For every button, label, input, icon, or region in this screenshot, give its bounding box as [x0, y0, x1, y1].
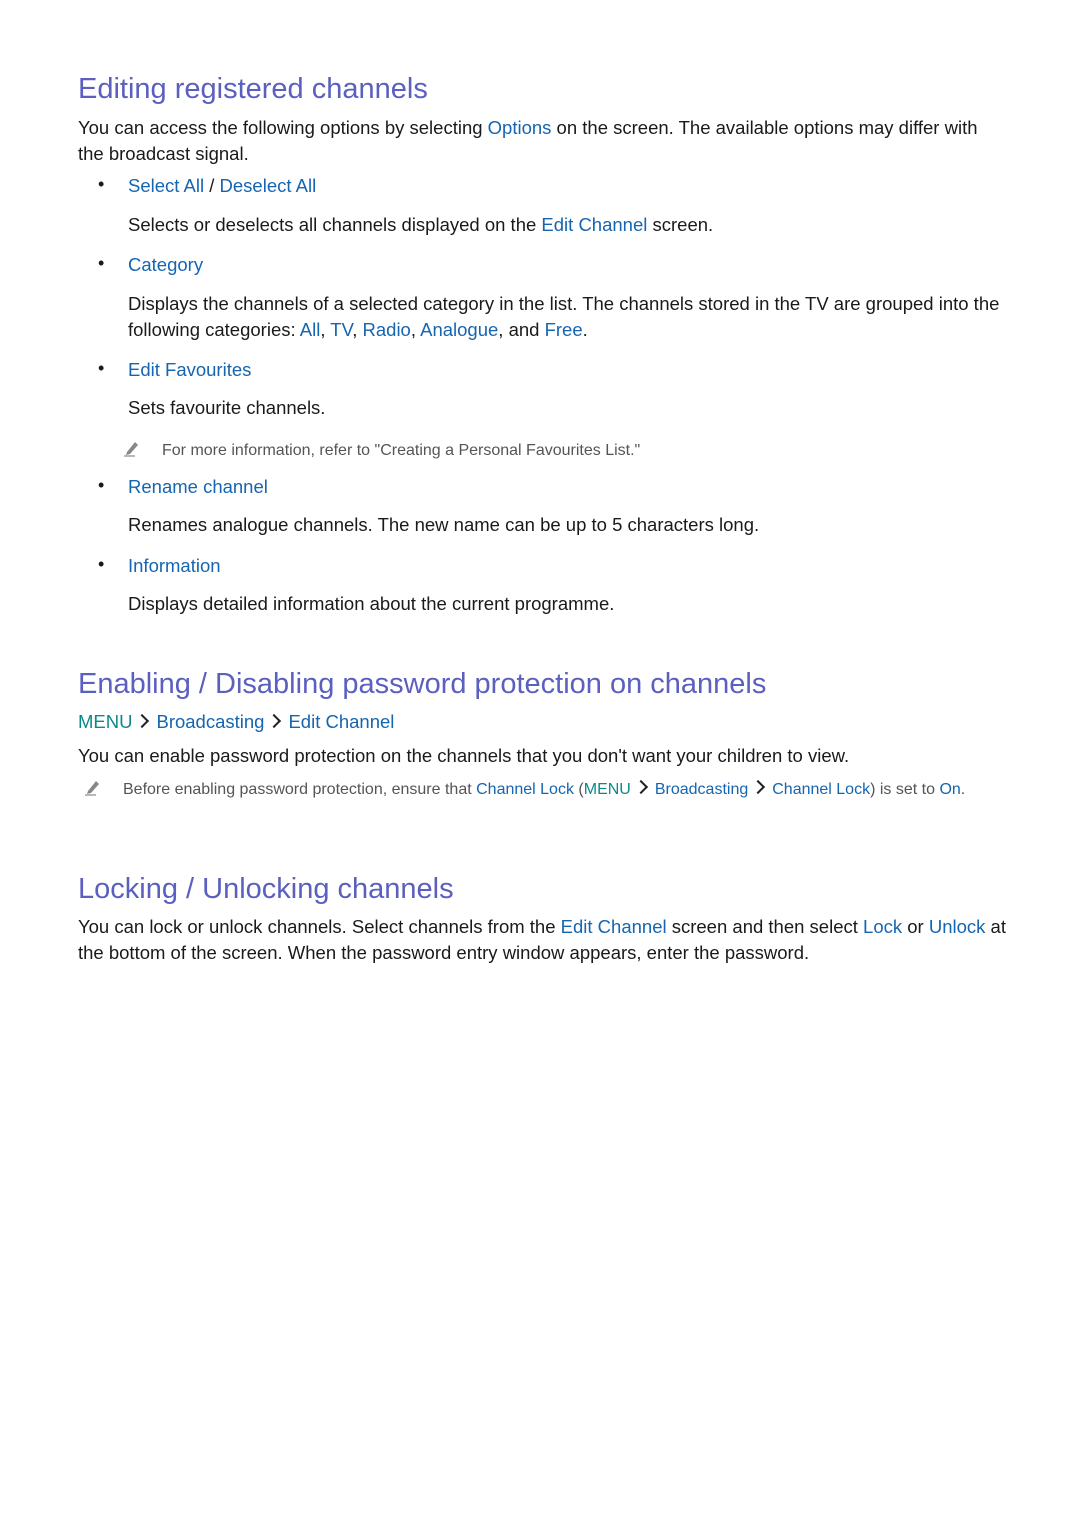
unlock-link[interactable]: Unlock — [929, 916, 986, 937]
path-menu[interactable]: MENU — [584, 781, 631, 798]
pencil-icon — [124, 442, 138, 457]
text: screen. — [647, 214, 714, 235]
edit-favourites-link[interactable]: Edit Favourites — [128, 357, 1008, 383]
bullet-dot: • — [98, 253, 105, 273]
text: You can lock or unlock channels. Select … — [78, 916, 561, 937]
text: Before enabling password protection, ens… — [123, 781, 477, 798]
rename-channel-link[interactable]: Rename channel — [128, 474, 1008, 500]
path-channel-lock[interactable]: Channel Lock — [772, 781, 870, 798]
bullet-dot: • — [98, 174, 105, 194]
section-title: Editing registered channels — [78, 73, 428, 105]
text: . — [960, 781, 966, 798]
chevron-right-icon — [751, 779, 766, 795]
option-select-all: Select All / Deselect All — [128, 173, 1008, 199]
text: , — [320, 318, 331, 340]
option-desc: Displays detailed information about the … — [128, 593, 615, 614]
category-radio[interactable]: Radio — [363, 319, 411, 340]
bullet-dot: • — [98, 554, 105, 574]
note-text: For more information, refer to "Creating… — [162, 442, 641, 459]
select-all-link[interactable]: Select All — [128, 175, 204, 196]
category-free[interactable]: Free — [545, 319, 583, 340]
chevron-right-icon — [633, 779, 648, 795]
option-desc: Selects or deselects all channels displa… — [128, 212, 1008, 238]
category-analogue[interactable]: Analogue — [420, 319, 498, 340]
option-desc: Renames analogue channels. The new name … — [128, 514, 760, 535]
menu-path: MENU Broadcasting Edit Channel — [78, 709, 1008, 735]
category-link[interactable]: Category — [128, 252, 1008, 278]
category-tv[interactable]: TV — [330, 319, 352, 340]
bullet-dot: • — [98, 475, 105, 495]
chevron-right-icon — [135, 713, 150, 729]
text: You can access the following options by … — [78, 117, 488, 138]
pencil-icon — [85, 781, 99, 796]
section-intro: You can access the following options by … — [78, 115, 1008, 166]
edit-channel-link[interactable]: Edit Channel — [541, 214, 647, 235]
on-value[interactable]: On — [939, 781, 960, 798]
separator: / — [204, 175, 220, 196]
section-title: Enabling / Disabling password protection… — [78, 668, 767, 700]
path-broadcasting[interactable]: Broadcasting — [655, 781, 748, 798]
option-desc: Sets favourite channels. — [128, 397, 326, 418]
note-text: Before enabling password protection, ens… — [123, 778, 1008, 801]
path-menu[interactable]: MENU — [78, 711, 132, 732]
category-all[interactable]: All — [300, 319, 321, 340]
text: , and — [498, 318, 545, 340]
path-edit-channel[interactable]: Edit Channel — [288, 711, 394, 732]
chevron-right-icon — [267, 713, 282, 729]
options-link[interactable]: Options — [488, 117, 552, 138]
edit-channel-link[interactable]: Edit Channel — [561, 916, 667, 937]
path-broadcasting[interactable]: Broadcasting — [156, 711, 264, 732]
channel-lock-link[interactable]: Channel Lock — [476, 781, 574, 798]
section-body: You can enable password protection on th… — [78, 745, 850, 766]
text: , — [410, 318, 421, 340]
option-desc: Displays the channels of a selected cate… — [128, 291, 1008, 342]
section-title: Locking / Unlocking channels — [78, 873, 454, 905]
text: ( — [573, 781, 584, 798]
lock-link[interactable]: Lock — [863, 916, 902, 937]
section-body: You can lock or unlock channels. Select … — [78, 914, 1008, 965]
text: screen and then select — [666, 916, 864, 937]
text: or — [902, 916, 929, 937]
information-link[interactable]: Information — [128, 553, 1008, 579]
deselect-all-link[interactable]: Deselect All — [220, 175, 317, 196]
text: . — [582, 318, 588, 340]
text: Selects or deselects all channels displa… — [128, 214, 542, 235]
text: ) is set to — [870, 781, 940, 798]
bullet-dot: • — [98, 358, 105, 378]
text: , — [352, 318, 363, 340]
